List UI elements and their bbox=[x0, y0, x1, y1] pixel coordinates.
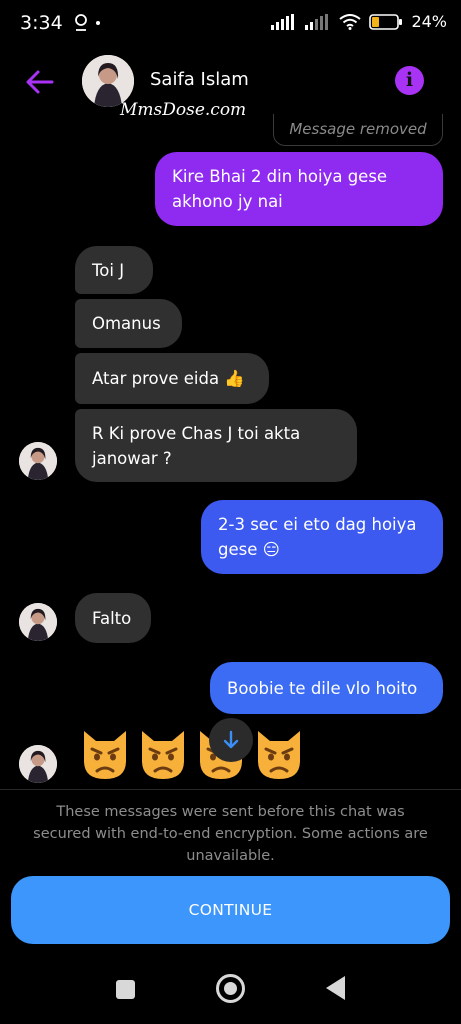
message-text: R Ki prove Chas J toi akta janowar ? bbox=[92, 423, 301, 468]
wifi-icon bbox=[339, 13, 362, 30]
received-message[interactable]: Atar prove eida 👍 bbox=[75, 353, 269, 404]
pouting-cat-icon bbox=[258, 731, 300, 779]
received-message[interactable]: Toi J bbox=[75, 246, 153, 294]
home-button[interactable] bbox=[216, 974, 245, 1003]
recents-button[interactable] bbox=[116, 980, 135, 999]
divider bbox=[0, 789, 461, 790]
contact-avatar-small[interactable] bbox=[19, 603, 57, 641]
location-pin-icon bbox=[75, 14, 87, 31]
message-text: Falto bbox=[92, 608, 132, 628]
received-message[interactable]: Omanus bbox=[75, 299, 182, 348]
message-text: Boobie te dile vlo hoito bbox=[227, 678, 418, 698]
message-text: 2-3 sec ei eto dag hoiya gese 😑 bbox=[218, 515, 417, 559]
contact-avatar-small[interactable] bbox=[19, 442, 57, 480]
message-text: Omanus bbox=[92, 314, 161, 333]
profile-photo-icon bbox=[19, 442, 57, 480]
received-message[interactable]: R Ki prove Chas J toi akta janowar ? bbox=[75, 409, 357, 482]
battery-icon bbox=[369, 13, 403, 30]
message-text: Kire Bhai 2 din hoiya gese akhono jy nai bbox=[172, 167, 388, 211]
pouting-cat-icon bbox=[84, 731, 126, 779]
watermark-text: MmsDose.com bbox=[120, 100, 247, 120]
status-bar: 3:34 24% bbox=[0, 0, 461, 50]
encryption-notice: These messages were sent before this cha… bbox=[33, 804, 428, 864]
sent-message[interactable]: 2-3 sec ei eto dag hoiya gese 😑 bbox=[201, 500, 443, 574]
profile-photo-icon bbox=[19, 745, 57, 783]
system-back-button[interactable] bbox=[326, 976, 345, 1000]
message-text: Toi J bbox=[92, 260, 125, 280]
contact-avatar-small[interactable] bbox=[19, 745, 57, 783]
signal-weak-icon bbox=[305, 13, 329, 30]
message-text: Atar prove eida 👍 bbox=[92, 369, 245, 388]
removed-message: Message removed bbox=[273, 114, 443, 146]
arrow-down-icon bbox=[223, 730, 239, 749]
sent-message[interactable]: Boobie te dile vlo hoito bbox=[210, 662, 443, 714]
continue-button[interactable]: CONTINUE bbox=[11, 876, 450, 944]
sent-message[interactable]: Kire Bhai 2 din hoiya gese akhono jy nai bbox=[155, 152, 443, 226]
dot-icon bbox=[96, 21, 100, 25]
info-button[interactable]: i bbox=[395, 66, 424, 95]
signal-icon bbox=[271, 13, 295, 30]
contact-name[interactable]: Saifa Islam bbox=[150, 69, 249, 90]
arrow-left-icon bbox=[26, 70, 54, 94]
profile-photo-icon bbox=[19, 603, 57, 641]
system-nav-bar bbox=[0, 960, 461, 1024]
back-button[interactable] bbox=[22, 64, 58, 100]
status-time: 3:34 bbox=[20, 12, 63, 34]
emoji-message[interactable] bbox=[78, 727, 306, 781]
pouting-cat-icon bbox=[142, 731, 184, 779]
scroll-to-bottom-button[interactable] bbox=[209, 718, 253, 762]
battery-percent: 24% bbox=[411, 12, 447, 31]
received-message[interactable]: Falto bbox=[75, 593, 151, 643]
